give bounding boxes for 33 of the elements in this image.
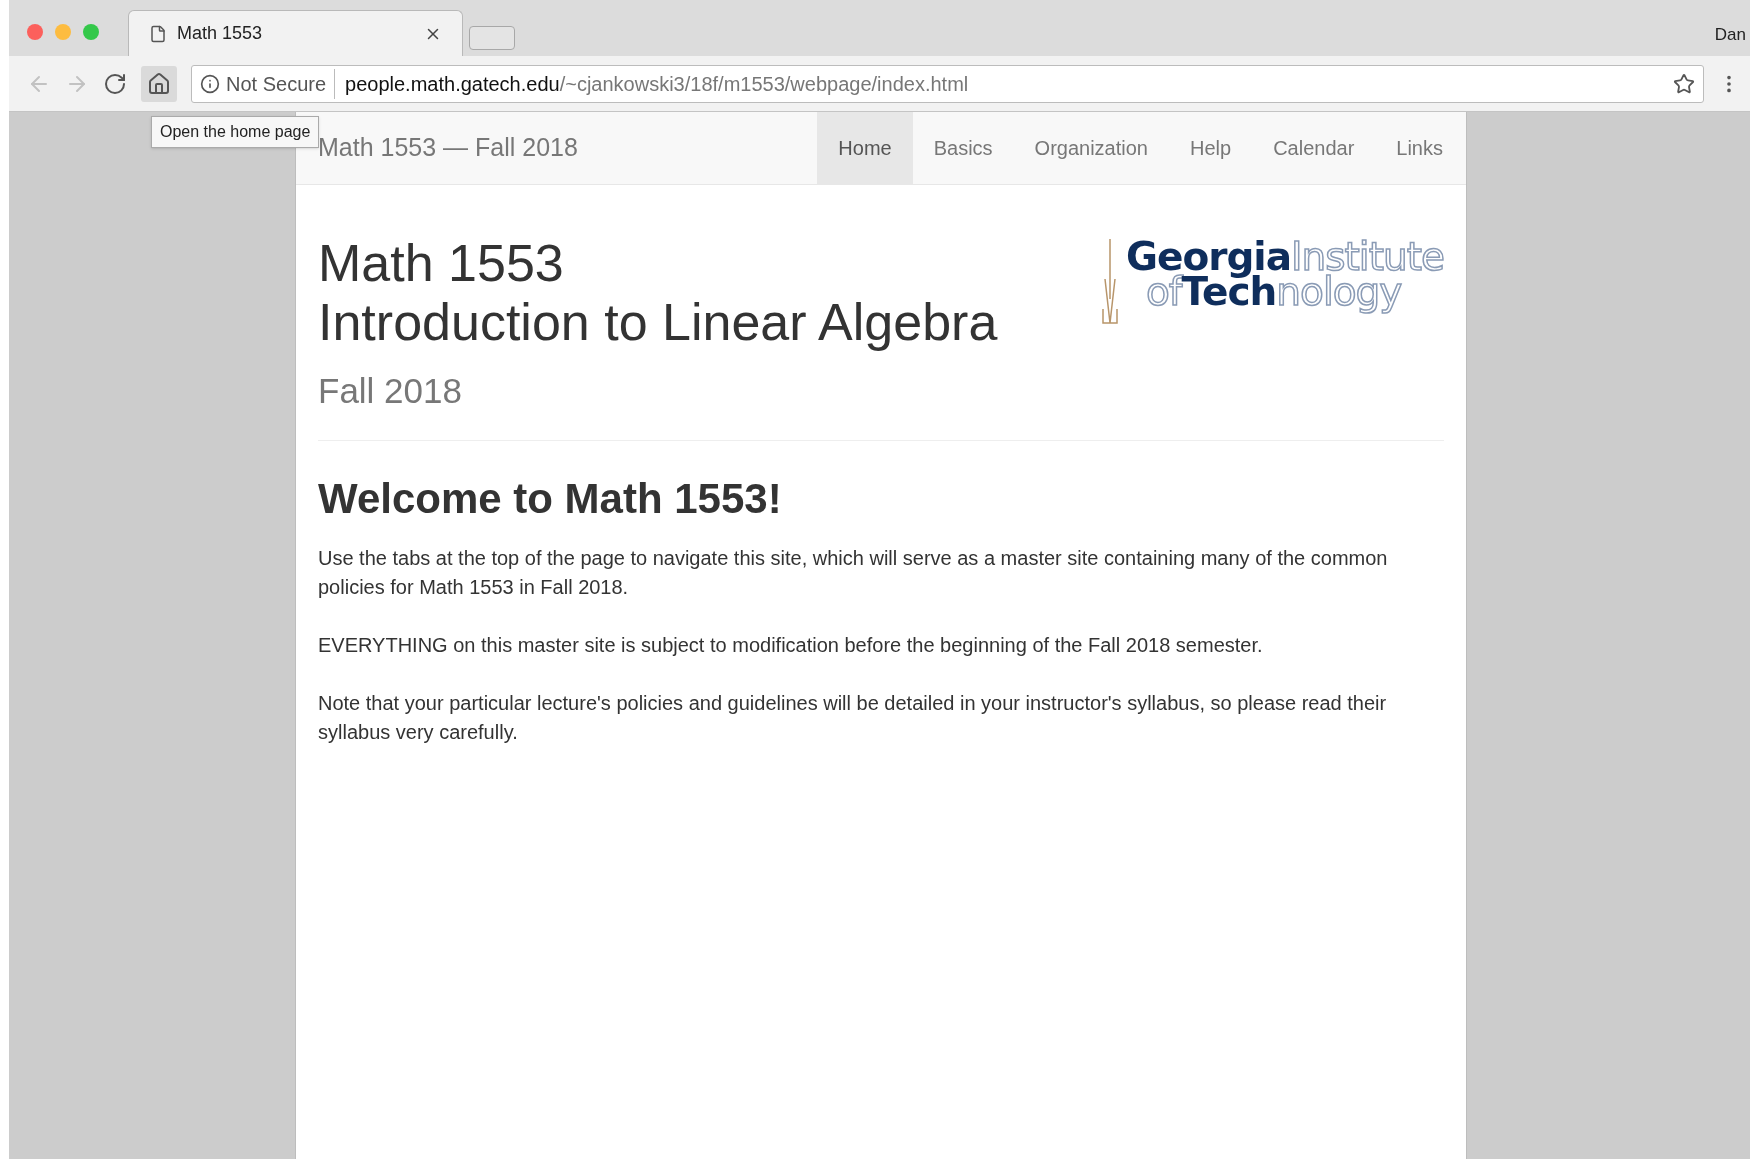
info-icon (200, 73, 220, 94)
spire-icon (1099, 239, 1120, 325)
site-brand[interactable]: Math 1553 — Fall 2018 (318, 129, 818, 167)
nav-tab[interactable]: Organization (1013, 112, 1169, 184)
welcome-heading: Welcome to Math 1553! (318, 473, 783, 524)
browser-tab[interactable]: Math 1553 (128, 10, 463, 56)
page-icon (149, 24, 167, 43)
tab-title: Math 1553 (177, 22, 264, 45)
paragraph: EVERYTHING on this master site is subject to modification before the beginning of the Fall 2018 semester. (318, 632, 1264, 658)
nav-tab[interactable]: Basics (912, 112, 1014, 184)
maximize-window-icon[interactable] (83, 24, 99, 40)
url-path: /~cjankowski3/18f/m1553/webpage/index.html (559, 71, 970, 97)
paragraph: Note that your particular lecture's policies and guidelines will be detailed in your instructor's syllabus, so please read their syllabus very carefully. (318, 690, 1388, 745)
course-number: Math 1553 (318, 235, 565, 293)
course-title: Introduction to Linear Algebra (318, 294, 998, 352)
address-bar[interactable]: Not Secure people.math.gatech.edu/~cjankowski3/18f/m1553/webpage/index.html (191, 64, 1704, 103)
nav-tab[interactable]: Calendar (1252, 112, 1376, 184)
new-tab-button[interactable] (469, 26, 515, 50)
home-button[interactable] (141, 65, 177, 102)
course-term: Fall 2018 (318, 370, 463, 413)
profile-name[interactable]: Dan (1714, 22, 1746, 48)
url-host: people.math.gatech.edu (345, 71, 560, 97)
home-icon (147, 71, 171, 96)
paragraph: Use the tabs at the top of the page to navigate this site, which will serve as a master site containing many of the common policies for Math 1553 in Fall 2018. (318, 545, 1389, 600)
reload-icon[interactable] (103, 71, 127, 96)
close-window-icon[interactable] (27, 24, 43, 40)
security-label: Not Secure (226, 68, 336, 99)
nav-tab[interactable]: Links (1375, 112, 1464, 184)
bookmark-star-icon[interactable] (1673, 72, 1695, 95)
nav-tab[interactable]: Home (817, 112, 913, 184)
nav-tab[interactable]: Help (1169, 112, 1253, 184)
minimize-window-icon[interactable] (55, 24, 71, 40)
home-tooltip: Open the home page (151, 116, 320, 148)
